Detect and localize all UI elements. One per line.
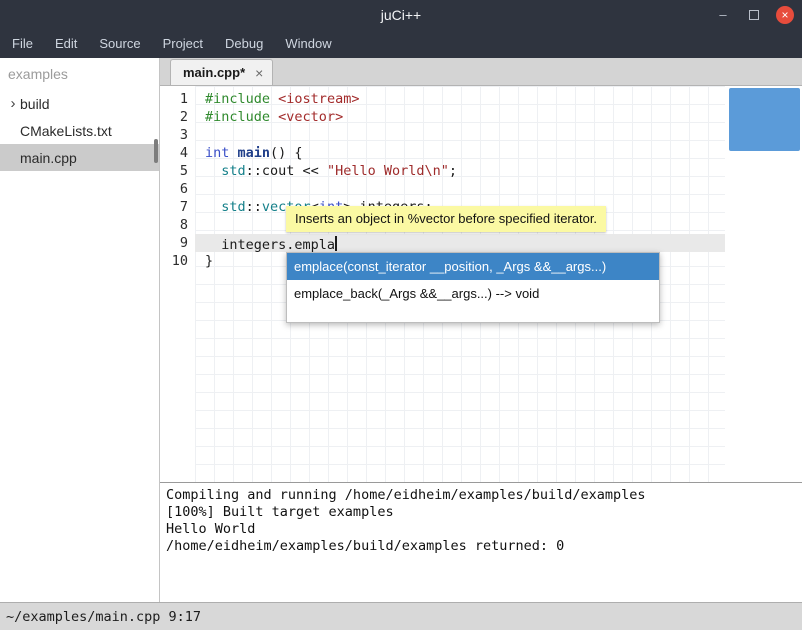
code-text[interactable]: #include <vector> [195,108,725,126]
minimize-button[interactable]: – [714,6,732,24]
chevron-right-icon[interactable]: › [6,95,20,112]
code-text[interactable]: #include <iostream> [195,90,725,108]
maximize-button[interactable] [745,6,763,24]
autocomplete-item[interactable]: emplace_back(_Args &&__args...) --> void [287,280,659,307]
window-title: juCi++ [381,7,421,23]
scroll-overview[interactable] [729,88,800,151]
sidebar-scrollbar-thumb[interactable] [154,139,158,163]
status-bar: ~/examples/main.cpp 9:17 [0,602,802,630]
line-number: 8 [160,216,188,234]
file-name: main.cpp [20,150,77,166]
line-number: 5 [160,162,188,180]
doc-tooltip: Inserts an object in %vector before spec… [286,206,606,232]
terminal-line: /home/eidheim/examples/build/examples re… [166,538,796,555]
sidebar-item-build[interactable]: ›build [0,90,159,117]
code-text[interactable] [195,126,725,144]
file-name: CMakeLists.txt [20,123,112,139]
terminal-line: Compiling and running /home/eidheim/exam… [166,487,796,504]
line-number: 7 [160,198,188,216]
code-lines: 1 #include <iostream> 2 #include <vector> 34… [160,90,725,270]
code-line: 2 #include <vector> [160,108,725,126]
tab-main-cpp[interactable]: main.cpp* × [170,59,273,85]
code-line: 5 std::cout << "Hello World\n"; [160,162,725,180]
menu-bar: FileEditSourceProjectDebugWindow [0,30,802,58]
terminal-output[interactable]: Compiling and running /home/eidheim/exam… [160,482,802,602]
status-path: ~/examples/main.cpp 9:17 [6,609,201,625]
code-line: 1 #include <iostream> [160,90,725,108]
juci-window: juCi++ – × FileEditSourceProjectDebugWin… [0,0,802,630]
window-controls: – × [714,0,794,30]
menu-item-edit[interactable]: Edit [44,30,88,58]
line-number: 4 [160,144,188,162]
terminal-line: Hello World [166,521,796,538]
close-button[interactable]: × [776,6,794,24]
code-line: 3 [160,126,725,144]
code-editor[interactable]: 1 #include <iostream> 2 #include <vector> 34… [160,86,802,482]
code-line: 4 int main() { [160,144,725,162]
menu-item-source[interactable]: Source [88,30,151,58]
restore-icon [749,10,759,20]
code-line: 9 integers.empla [160,234,725,252]
sidebar: examples ›build CMakeLists.txt main.cpp [0,58,160,602]
tab-label: main.cpp* [183,65,245,80]
line-number: 10 [160,252,188,270]
menu-item-window[interactable]: Window [274,30,342,58]
menu-item-project[interactable]: Project [152,30,214,58]
code-text[interactable]: std::cout << "Hello World\n"; [195,162,725,180]
titlebar[interactable]: juCi++ – × [0,0,802,30]
line-number: 2 [160,108,188,126]
project-name: examples [0,58,159,90]
editor-column: main.cpp* × 1 #include <iostream> 2 #includ… [160,58,802,602]
code-text[interactable]: integers.empla [195,234,725,252]
main-area: examples ›build CMakeLists.txt main.cpp ma… [0,58,802,602]
sidebar-item-main-cpp[interactable]: main.cpp [0,144,159,171]
file-name: build [20,96,50,112]
line-number: 3 [160,126,188,144]
autocomplete-item[interactable]: emplace(const_iterator __position, _Args… [287,253,659,280]
autocomplete-popup: emplace(const_iterator __position, _Args… [286,252,660,323]
line-number: 1 [160,90,188,108]
tab-bar: main.cpp* × [160,58,802,86]
tab-close-icon[interactable]: × [255,65,263,81]
menu-item-debug[interactable]: Debug [214,30,274,58]
file-tree: ›build CMakeLists.txt main.cpp [0,90,159,171]
line-number: 9 [160,234,188,252]
line-number: 6 [160,180,188,198]
menu-item-file[interactable]: File [1,30,44,58]
text-cursor [335,236,337,251]
code-line: 6 [160,180,725,198]
code-text[interactable] [195,180,725,198]
code-text[interactable]: int main() { [195,144,725,162]
sidebar-item-cmakelists-txt[interactable]: CMakeLists.txt [0,117,159,144]
terminal-line: [100%] Built target examples [166,504,796,521]
